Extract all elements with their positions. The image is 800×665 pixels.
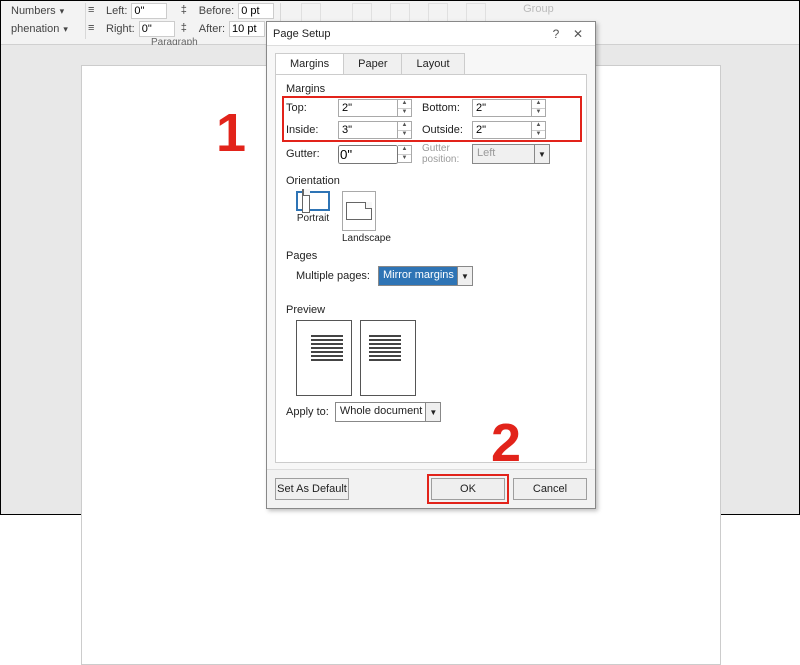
apply-to-select[interactable]: Whole document ▼ bbox=[335, 402, 442, 422]
chevron-down-icon: ▾ bbox=[63, 24, 68, 35]
dialog-button-bar: Set As Default OK Cancel bbox=[267, 469, 595, 508]
numbers-label: Numbers bbox=[11, 5, 56, 17]
spacing-before-icon: ‡ bbox=[181, 4, 195, 18]
margin-inside-spinner[interactable]: ▲▼ bbox=[398, 121, 412, 139]
preview-page-right bbox=[360, 320, 416, 396]
chevron-down-icon[interactable]: ▼ bbox=[457, 266, 473, 286]
indent-right-input[interactable] bbox=[139, 21, 175, 37]
chevron-down-icon: ▾ bbox=[60, 6, 65, 17]
multiple-pages-select[interactable]: Mirror margins ▼ bbox=[378, 266, 473, 286]
margin-outside-input[interactable] bbox=[472, 121, 532, 139]
margin-inside-label: Inside: bbox=[286, 124, 338, 136]
spacing-after-icon: ‡ bbox=[181, 22, 195, 36]
page-setup-dialog: Page Setup ? ✕ Margins Paper Layout Marg… bbox=[266, 21, 596, 509]
gutter-spinner[interactable]: ▲▼ bbox=[398, 145, 412, 163]
tab-layout[interactable]: Layout bbox=[402, 53, 464, 75]
margin-outside-label: Outside: bbox=[416, 124, 472, 136]
wrap-icon bbox=[352, 3, 372, 23]
ok-button[interactable]: OK bbox=[431, 478, 505, 500]
preview-page-left bbox=[296, 320, 352, 396]
position-icon bbox=[301, 3, 321, 23]
indent-right-label: Right: bbox=[106, 23, 135, 35]
hyphenation-label: phenation bbox=[11, 23, 59, 35]
close-button[interactable]: ✕ bbox=[567, 27, 589, 41]
multiple-pages-label: Multiple pages: bbox=[296, 270, 370, 282]
section-preview-label: Preview bbox=[286, 304, 576, 316]
tab-paper[interactable]: Paper bbox=[344, 53, 402, 75]
spacing-before-label: Before: bbox=[199, 5, 234, 17]
indent-left-input[interactable] bbox=[131, 3, 167, 19]
section-margins-label: Margins bbox=[286, 83, 576, 95]
group-label: Group bbox=[523, 3, 554, 15]
orientation-landscape[interactable] bbox=[342, 191, 376, 231]
apply-to-label: Apply to: bbox=[286, 406, 329, 418]
gutter-position-label: Gutter position: bbox=[416, 143, 472, 165]
margin-top-label: Top: bbox=[286, 102, 338, 114]
indent-left-label: Left: bbox=[106, 5, 127, 17]
tab-margins[interactable]: Margins bbox=[275, 53, 344, 75]
indent-right-icon: ≡ bbox=[88, 22, 102, 36]
chevron-down-icon[interactable]: ▼ bbox=[425, 402, 441, 422]
preview-row bbox=[296, 320, 576, 396]
indent-left-icon: ≡ bbox=[88, 4, 102, 18]
tab-panel-margins: Margins Top: ▲▼ Bottom: ▲▼ Inside: ▲▼ Ou… bbox=[275, 74, 587, 463]
margin-bottom-label: Bottom: bbox=[416, 102, 472, 114]
dialog-titlebar[interactable]: Page Setup ? ✕ bbox=[267, 22, 595, 46]
set-as-default-button[interactable]: Set As Default bbox=[275, 478, 349, 500]
margins-grid: Top: ▲▼ Bottom: ▲▼ Inside: ▲▼ Outside: ▲… bbox=[286, 99, 576, 139]
margin-inside-input[interactable] bbox=[338, 121, 398, 139]
separator bbox=[85, 3, 86, 39]
margin-top-spinner[interactable]: ▲▼ bbox=[398, 99, 412, 117]
spacing-after-input[interactable] bbox=[229, 21, 265, 37]
orientation-landscape-label: Landscape bbox=[342, 233, 391, 244]
chevron-down-icon: ▼ bbox=[534, 144, 550, 164]
spacing-before-input[interactable] bbox=[238, 3, 274, 19]
help-button[interactable]: ? bbox=[545, 27, 567, 41]
cancel-button[interactable]: Cancel bbox=[513, 478, 587, 500]
spacing-after-label: After: bbox=[199, 23, 225, 35]
section-orientation-label: Orientation bbox=[286, 175, 576, 187]
bring-icon bbox=[390, 3, 410, 23]
dialog-tabs: Margins Paper Layout bbox=[267, 46, 595, 74]
margin-bottom-spinner[interactable]: ▲▼ bbox=[532, 99, 546, 117]
hyphenation-button[interactable]: phenation ▾ bbox=[5, 21, 83, 37]
orientation-portrait[interactable] bbox=[296, 191, 330, 211]
line-numbers-button[interactable]: Numbers ▾ bbox=[5, 3, 83, 19]
margin-outside-spinner[interactable]: ▲▼ bbox=[532, 121, 546, 139]
margin-top-input[interactable] bbox=[338, 99, 398, 117]
gutter-label: Gutter: bbox=[286, 148, 338, 160]
orientation-portrait-label: Portrait bbox=[297, 213, 329, 224]
section-pages-label: Pages bbox=[286, 250, 576, 262]
gutter-position-select: Left ▼ bbox=[472, 144, 550, 164]
selection-icon bbox=[466, 3, 486, 23]
send-icon bbox=[428, 3, 448, 23]
margin-bottom-input[interactable] bbox=[472, 99, 532, 117]
gutter-input[interactable] bbox=[338, 145, 398, 164]
dialog-title: Page Setup bbox=[273, 28, 545, 40]
